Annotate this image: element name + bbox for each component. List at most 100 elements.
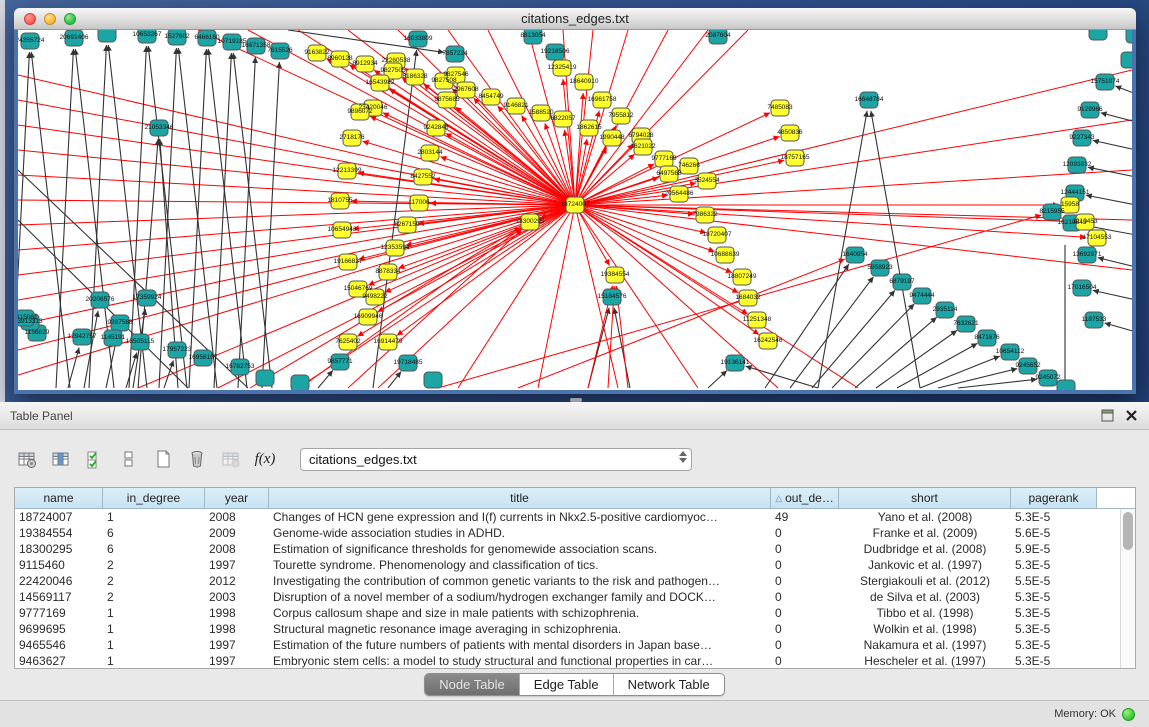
column-header-label: in_degree	[127, 491, 180, 505]
table-cell: 22420046	[15, 573, 103, 589]
table-cell: 0	[771, 621, 839, 637]
graph-node[interactable]	[424, 372, 442, 388]
column-header-title[interactable]: title	[269, 488, 771, 508]
graph-node-label: 13692971	[1073, 251, 1102, 258]
table-cell: Disruption of a novel member of a sodium…	[269, 589, 771, 605]
graph-node[interactable]	[1121, 52, 1132, 68]
graph-node-label: 18807249	[728, 273, 757, 280]
table-cell: Stergiakouli et al. (2012)	[839, 573, 1011, 589]
table-cell: Nakamura et al. (1997)	[839, 637, 1011, 653]
graph-node-label: 17104553	[1083, 234, 1112, 241]
close-panel-icon[interactable]	[1123, 408, 1139, 424]
table-settings-icon[interactable]	[14, 446, 40, 472]
graph-node-label: 12942757	[68, 333, 97, 340]
column-header-outde[interactable]: △out_de…	[771, 488, 839, 508]
graph-node-label: 16648784	[855, 96, 884, 103]
table-cell: Franke et al. (2009)	[839, 525, 1011, 541]
table-cell: 1	[103, 509, 205, 525]
tab-network-table[interactable]: Network Table	[614, 674, 724, 695]
graph-node-label: 17957223	[163, 346, 192, 353]
graph-node-label: 9875685	[434, 96, 460, 103]
graph-node-label: 18724007	[561, 201, 590, 208]
column-header-year[interactable]: year	[205, 488, 269, 508]
tab-edge-table[interactable]: Edge Table	[520, 674, 614, 695]
select-columns-icon[interactable]	[82, 446, 108, 472]
network-table-selector-value: citations_edges.txt	[309, 452, 417, 467]
table-cell: Dudbridge et al. (2008)	[839, 541, 1011, 557]
selector-stepper-icon[interactable]	[679, 451, 687, 463]
vertical-scrollbar[interactable]	[1120, 509, 1135, 668]
graph-node[interactable]	[291, 375, 309, 390]
graph-node-label: 11251348	[743, 316, 772, 323]
graph-node-label: 9896072	[347, 108, 373, 115]
minimize-window-button[interactable]	[44, 13, 56, 25]
column-header-name[interactable]: name	[15, 488, 103, 508]
graph-node-label: 19218506	[541, 48, 570, 55]
table-cell: 5.6E-5	[1011, 525, 1097, 541]
graph-node-label: 18720407	[703, 231, 732, 238]
network-view-window[interactable]: citations_edges.txt 24355724206914061065…	[14, 8, 1136, 394]
column-header-indegree[interactable]: in_degree	[103, 488, 205, 508]
graph-node-label: 17359924	[133, 294, 162, 301]
graph-node-label: 10654112	[996, 348, 1025, 355]
memory-ok-indicator[interactable]	[1122, 708, 1135, 721]
table-row[interactable]: 969969511998Structural magnetic resonanc…	[15, 621, 1120, 637]
table-row[interactable]: 911546021997Tourette syndrome. Phenomeno…	[15, 557, 1120, 573]
graph-node-label: 19718485	[394, 359, 423, 366]
table-cell: 9777169	[15, 605, 103, 621]
graph-node-label: 7986322	[692, 211, 718, 218]
create-column-icon[interactable]	[150, 446, 176, 472]
graph-node[interactable]	[1057, 380, 1075, 390]
table-row[interactable]: 1456911722003Disruption of a novel membe…	[15, 589, 1120, 605]
table-row[interactable]: 946554611997Estimation of the future num…	[15, 637, 1120, 653]
table-row[interactable]: 977716911998Corpus callosum shape and si…	[15, 605, 1120, 621]
column-header-label: name	[43, 491, 73, 505]
delete-column-icon[interactable]	[184, 446, 210, 472]
column-header-pagerank[interactable]: pagerank	[1011, 488, 1097, 508]
graph-node-label: 2718176	[339, 134, 365, 141]
citation-graph[interactable]: 2435572420691406106532671527602646616010…	[18, 30, 1132, 390]
table-cell: Hescheler et al. (1997)	[839, 653, 1011, 668]
scrollbar-thumb[interactable]	[1123, 512, 1133, 550]
delete-table-icon[interactable]	[218, 446, 244, 472]
table-row[interactable]: 1938455462009Genome-wide association stu…	[15, 525, 1120, 541]
graph-node-label: 16961758	[588, 96, 617, 103]
graph-node-label: 15184576	[598, 293, 627, 300]
column-header-short[interactable]: short	[839, 488, 1011, 508]
close-window-button[interactable]	[24, 13, 36, 25]
table-cell: 9463627	[15, 653, 103, 668]
graph-node[interactable]	[1126, 30, 1132, 43]
table-panel-header[interactable]: Table Panel	[0, 402, 1149, 430]
network-window-titlebar[interactable]: citations_edges.txt	[14, 8, 1136, 30]
table-cell: Tourette syndrome. Phenomenology and cla…	[269, 557, 771, 573]
memory-status-label: Memory: OK	[1054, 708, 1116, 720]
function-builder-icon[interactable]: f(x)	[252, 446, 278, 472]
row-tools-icon[interactable]	[116, 446, 142, 472]
table-cell: 5.3E-5	[1011, 637, 1097, 653]
column-chooser-icon[interactable]	[48, 446, 74, 472]
graph-node-label: 5958923	[867, 264, 893, 271]
graph-node[interactable]	[1089, 30, 1107, 40]
table-cell: Corpus callosum shape and size in male p…	[269, 605, 771, 621]
graph-node-label: 9857771	[327, 358, 353, 365]
table-row[interactable]: 2242004622012Investigating the contribut…	[15, 573, 1120, 589]
float-panel-icon[interactable]	[1099, 408, 1115, 424]
table-cell: 2	[103, 589, 205, 605]
network-canvas[interactable]: 2435572420691406106532671527602646616010…	[18, 30, 1132, 390]
table-cell: 0	[771, 589, 839, 605]
table-row[interactable]: 1830029562008Estimation of significance …	[15, 541, 1120, 557]
table-row[interactable]: 946362711997Embryonic stem cells: a mode…	[15, 653, 1120, 668]
column-header-label: short	[911, 491, 938, 505]
network-table-selector[interactable]: citations_edges.txt	[300, 448, 692, 471]
table-cell: de Silva et al. (2003)	[839, 589, 1011, 605]
panel-resize-handle[interactable]	[570, 398, 582, 402]
tab-node-table[interactable]: Node Table	[425, 674, 520, 695]
table-row[interactable]: 1872400712008Changes of HCN gene express…	[15, 509, 1120, 525]
table-cell: 0	[771, 573, 839, 589]
graph-node[interactable]	[256, 370, 274, 386]
graph-node-label: 9498222	[362, 293, 388, 300]
graph-node-label: 18300295	[516, 218, 545, 225]
graph-node[interactable]	[98, 30, 116, 42]
zoom-window-button[interactable]	[64, 13, 76, 25]
graph-node-label: 15751074	[1091, 78, 1120, 85]
